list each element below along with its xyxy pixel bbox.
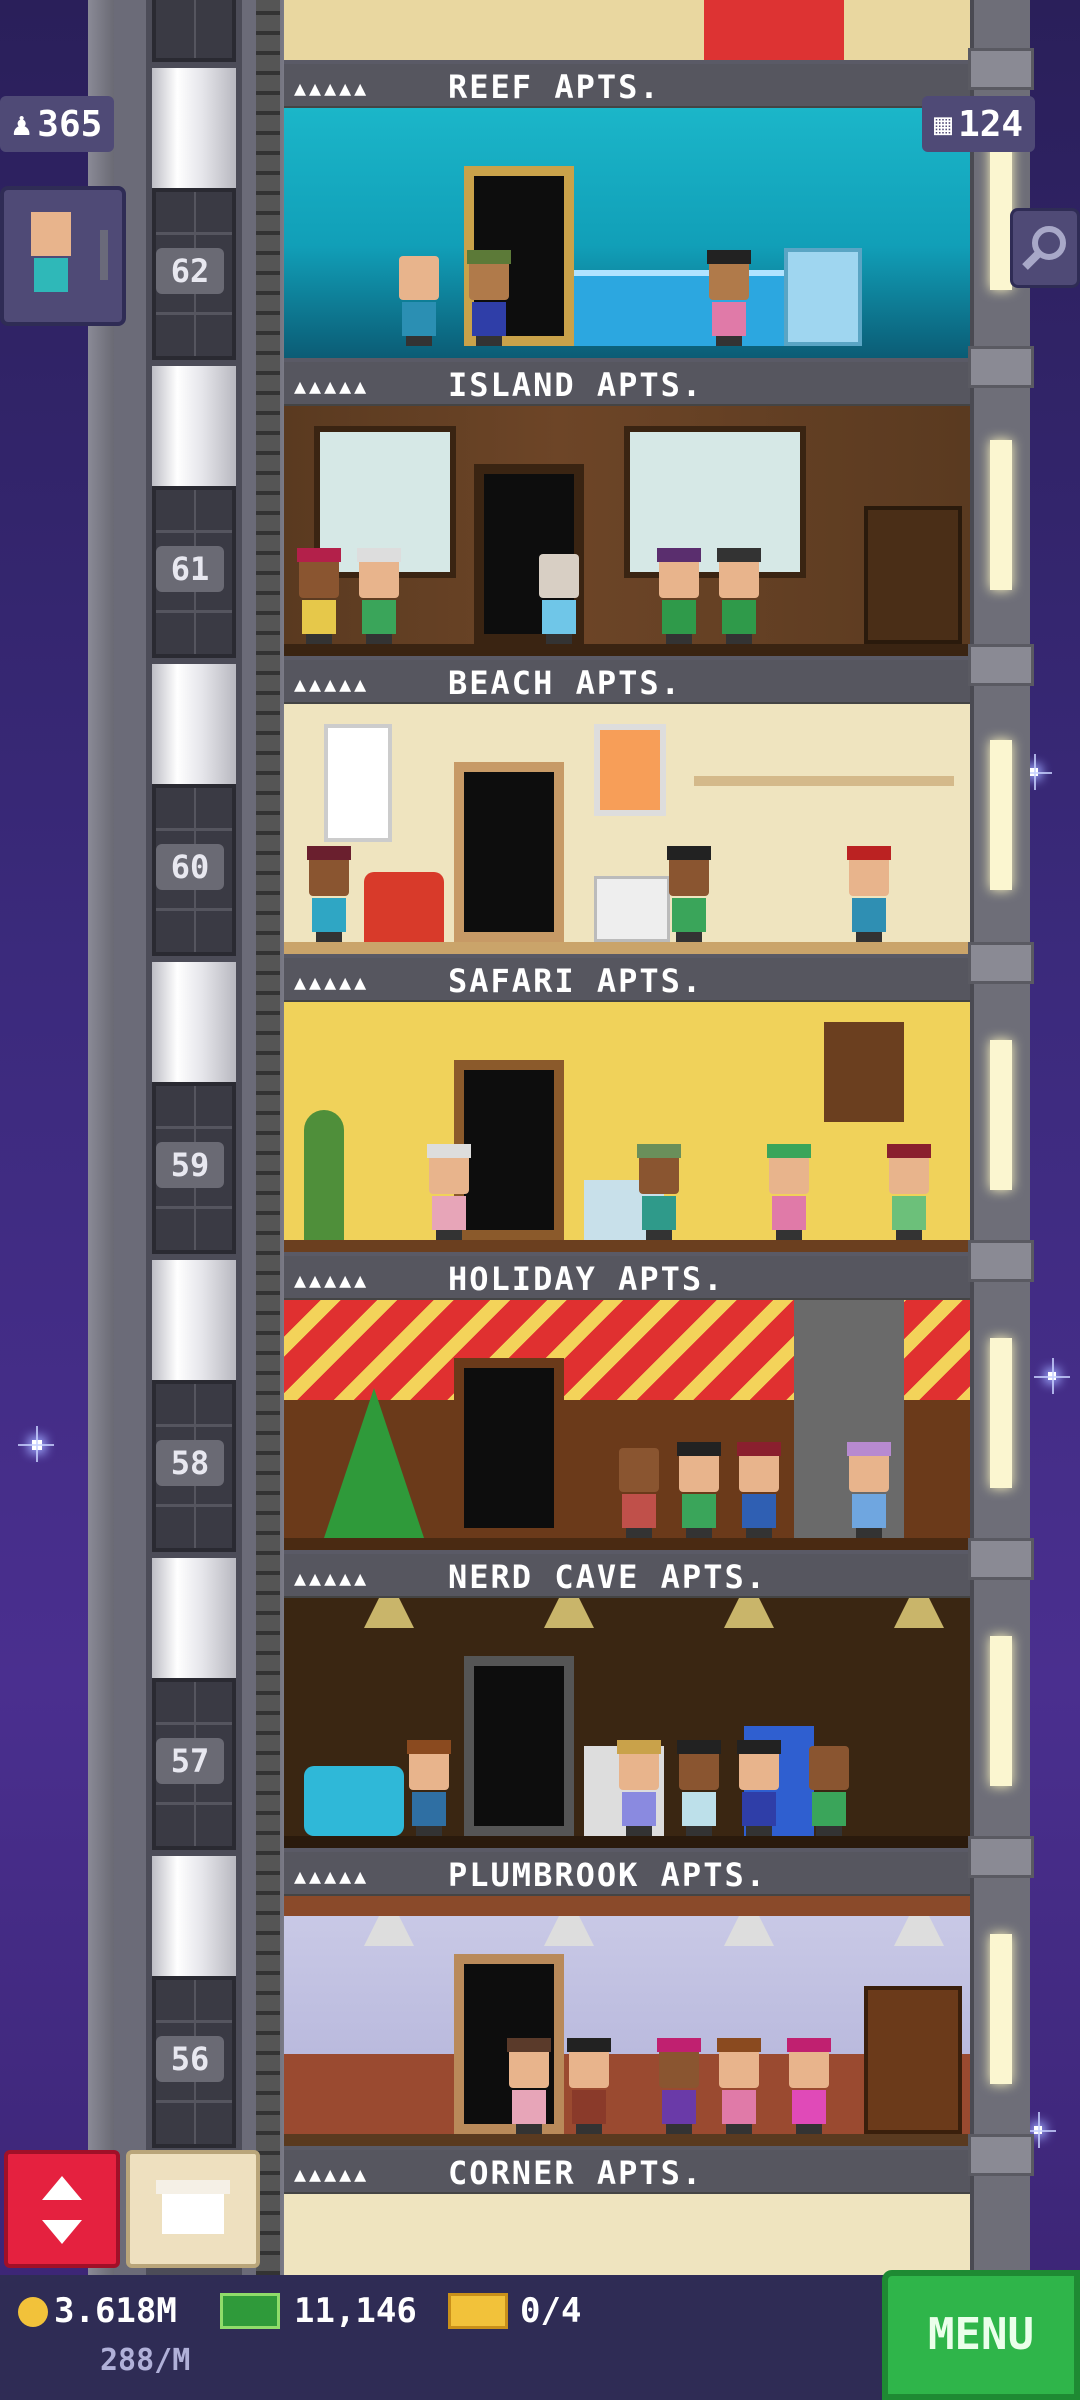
tower: ▲▲▲▲▲ REEF APTS. ▲▲▲▲▲ ISLAND APTS. ▲▲▲▲… bbox=[284, 0, 970, 2275]
floor-label-bar: ▲▲▲▲▲ BEACH APTS. bbox=[284, 660, 970, 705]
box-icon bbox=[156, 2180, 230, 2234]
floor-number: 62 bbox=[156, 248, 224, 294]
room-beach[interactable] bbox=[284, 704, 970, 954]
elevator-stop-56[interactable]: 56 bbox=[146, 1856, 242, 2154]
rating-stars: ▲▲▲▲▲ bbox=[294, 1566, 370, 1590]
floor-label-bar: ▲▲▲▲▲ NERD CAVE APTS. bbox=[284, 1554, 970, 1599]
bux-icon bbox=[220, 2293, 280, 2329]
room-safari[interactable] bbox=[284, 1002, 970, 1252]
room-door bbox=[464, 1656, 574, 1836]
rating-stars: ▲▲▲▲▲ bbox=[294, 1268, 370, 1292]
floor-label-bar: ▲▲▲▲▲ ISLAND APTS. bbox=[284, 362, 970, 407]
room-reef[interactable] bbox=[284, 108, 970, 358]
elevator-stop-62[interactable]: 62 bbox=[146, 68, 242, 366]
bux-balance: 11,146 bbox=[294, 2291, 417, 2331]
person-icon: ♟ bbox=[12, 105, 32, 143]
room-plumbrook[interactable] bbox=[284, 1896, 970, 2146]
star bbox=[1034, 1358, 1070, 1394]
up-down-arrows-icon bbox=[42, 2176, 82, 2244]
floor-name: PLUMBROOK APTS. bbox=[448, 1856, 767, 1894]
coin-rate: 288/M bbox=[100, 2343, 191, 2378]
floor-62[interactable]: ▲▲▲▲▲ REEF APTS. bbox=[284, 64, 970, 362]
floor-name: BEACH APTS. bbox=[448, 664, 682, 702]
floor-label-bar: ▲▲▲▲▲ PLUMBROOK APTS. bbox=[284, 1852, 970, 1897]
elevator-stop-57[interactable]: 57 bbox=[146, 1558, 242, 1856]
rating-stars: ▲▲▲▲▲ bbox=[294, 1864, 370, 1888]
room-partial[interactable] bbox=[284, 0, 970, 60]
search-button[interactable] bbox=[1010, 208, 1080, 288]
bitizen-alert-button[interactable] bbox=[0, 186, 126, 326]
floor-label-bar: ▲▲▲▲▲ HOLIDAY APTS. bbox=[284, 1256, 970, 1301]
elevator-stop-58[interactable]: 58 bbox=[146, 1260, 242, 1558]
floor-label-bar: ▲▲▲▲▲ REEF APTS. bbox=[284, 64, 970, 109]
floor-name: HOLIDAY APTS. bbox=[448, 1260, 725, 1298]
elevator-shaft[interactable]: 62 61 60 59 58 57 56 bbox=[146, 0, 242, 2275]
floor-number: 58 bbox=[156, 1440, 224, 1486]
tower-right-pillar bbox=[968, 0, 1034, 2275]
coin-icon bbox=[18, 2297, 48, 2327]
shaft-grating bbox=[256, 0, 280, 2275]
bitizen-avatar-icon bbox=[26, 212, 76, 292]
floor-number: 61 bbox=[156, 546, 224, 592]
ticket-icon bbox=[448, 2293, 508, 2329]
population-counter[interactable]: ♟ 365 bbox=[0, 96, 115, 152]
floor-57[interactable]: ▲▲▲▲▲ NERD CAVE APTS. bbox=[284, 1554, 970, 1852]
elevator-stop-59[interactable]: 59 bbox=[146, 962, 242, 1260]
ticket-count: 0/4 bbox=[520, 2291, 582, 2331]
building-icon: ▦ bbox=[934, 106, 953, 142]
floor-name: NERD CAVE APTS. bbox=[448, 1558, 767, 1596]
floor-count-value: 124 bbox=[958, 103, 1024, 145]
room-corner[interactable] bbox=[284, 2194, 970, 2275]
floor-corner[interactable]: ▲▲▲▲▲ CORNER APTS. bbox=[284, 2150, 970, 2275]
rating-stars: ▲▲▲▲▲ bbox=[294, 76, 370, 100]
search-icon bbox=[1022, 226, 1066, 270]
alert-icon bbox=[100, 230, 108, 280]
menu-button[interactable]: MENU bbox=[882, 2270, 1080, 2400]
floor-59[interactable]: ▲▲▲▲▲ SAFARI APTS. bbox=[284, 958, 970, 1256]
room-nerd-cave[interactable] bbox=[284, 1598, 970, 1848]
floor-60[interactable]: ▲▲▲▲▲ BEACH APTS. bbox=[284, 660, 970, 958]
floor-name: CORNER APTS. bbox=[448, 2154, 704, 2192]
star bbox=[1016, 754, 1052, 790]
floor-61[interactable]: ▲▲▲▲▲ ISLAND APTS. bbox=[284, 362, 970, 660]
star bbox=[18, 1426, 54, 1462]
floor-number: 60 bbox=[156, 844, 224, 890]
coin-balance: 3.618M bbox=[54, 2291, 177, 2331]
rating-stars: ▲▲▲▲▲ bbox=[294, 374, 370, 398]
floor-name: ISLAND APTS. bbox=[448, 366, 704, 404]
rating-stars: ▲▲▲▲▲ bbox=[294, 672, 370, 696]
floor-56[interactable]: ▲▲▲▲▲ PLUMBROOK APTS. bbox=[284, 1852, 970, 2150]
room-holiday[interactable] bbox=[284, 1300, 970, 1550]
floor-name: SAFARI APTS. bbox=[448, 962, 704, 1000]
rating-stars: ▲▲▲▲▲ bbox=[294, 2162, 370, 2186]
room-door bbox=[454, 762, 564, 942]
floor-58[interactable]: ▲▲▲▲▲ HOLIDAY APTS. bbox=[284, 1256, 970, 1554]
elevator-stop-61[interactable]: 61 bbox=[146, 366, 242, 664]
elevator-button[interactable] bbox=[4, 2150, 120, 2268]
floor-number: 59 bbox=[156, 1142, 224, 1188]
rating-stars: ▲▲▲▲▲ bbox=[294, 970, 370, 994]
floor-name: REEF APTS. bbox=[448, 68, 661, 106]
star bbox=[1020, 2112, 1056, 2148]
floor-counter[interactable]: ▦ 124 bbox=[922, 96, 1036, 152]
floor-number: 57 bbox=[156, 1738, 224, 1784]
room-island[interactable] bbox=[284, 406, 970, 656]
floor-number: 56 bbox=[156, 2036, 224, 2082]
inventory-box-button[interactable] bbox=[126, 2150, 260, 2268]
elevator-stop-60[interactable]: 60 bbox=[146, 664, 242, 962]
floor-label-bar: ▲▲▲▲▲ SAFARI APTS. bbox=[284, 958, 970, 1003]
floor-label-bar: ▲▲▲▲▲ CORNER APTS. bbox=[284, 2150, 970, 2195]
room-door bbox=[454, 1358, 564, 1538]
population-value: 365 bbox=[37, 103, 103, 145]
